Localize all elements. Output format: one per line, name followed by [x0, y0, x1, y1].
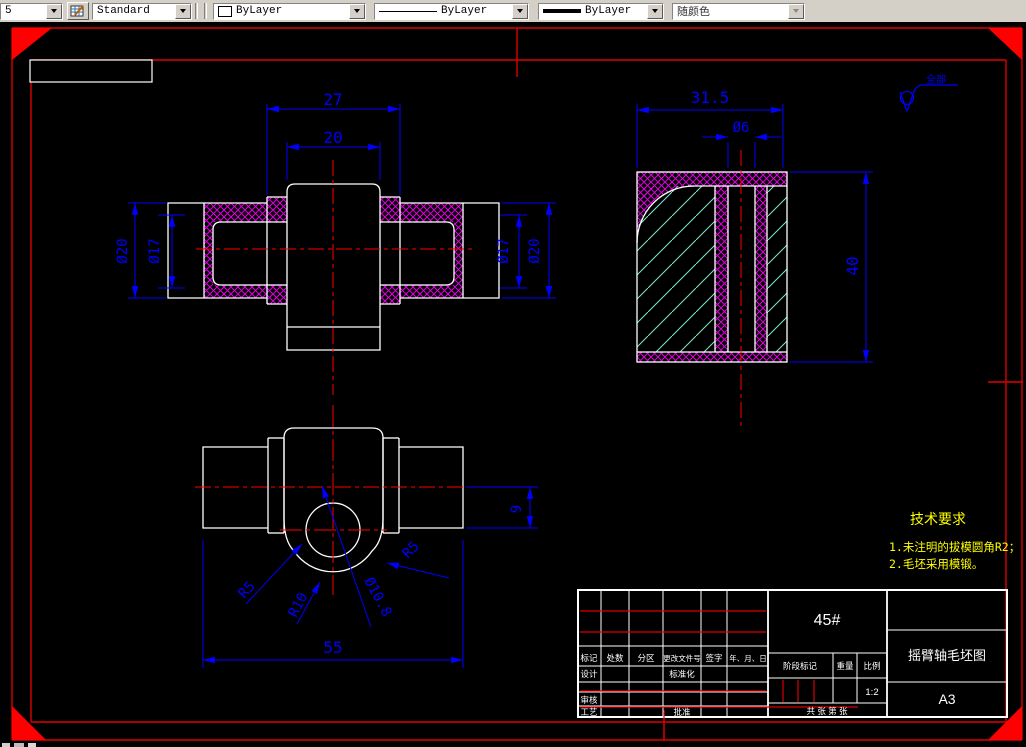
linetype-sample-icon — [379, 10, 437, 12]
dim-dia6: Ø6 — [733, 120, 750, 136]
drawing-canvas[interactable]: 27 20 Ø20 Ø17 Ø17 Ø20 31.5 Ø6 40 55 9 R5… — [0, 22, 1026, 747]
lineweight-value: ByLayer — [585, 5, 632, 17]
plotstyle-dropdown-button — [788, 3, 804, 19]
surface-roughness-note: 全部 — [899, 73, 958, 113]
dim-dia17-right: Ø17 — [496, 238, 512, 263]
dim-27: 27 — [323, 90, 342, 109]
color-value: ByLayer — [236, 5, 283, 17]
plotstyle-combo: 随颜色 — [672, 2, 805, 20]
hdr-zone: 分区 — [637, 653, 655, 663]
tech-req-line1: 1.未注明的拔模圆角R2； — [889, 540, 1020, 554]
title-block: 标记 处数 分区 更改文件号 签字 年、月、日 设计 标准化 审核 工艺 批准 … — [577, 589, 1008, 741]
front-view-centerlines — [196, 160, 472, 395]
hatch-left-collar — [204, 197, 287, 304]
text-style-manager-button[interactable] — [67, 2, 89, 20]
sheet-info: 共 张 第 张 — [806, 706, 848, 716]
drawing-svg: 27 20 Ø20 Ø17 Ø17 Ø20 31.5 Ø6 40 55 9 R5… — [11, 27, 1023, 741]
chevron-down-icon — [354, 9, 360, 13]
label-stage-mark: 阶段标记 — [783, 661, 818, 671]
label-scale: 比例 — [863, 661, 880, 671]
dim-40: 40 — [843, 256, 862, 275]
top-view-centerlines — [195, 405, 475, 595]
dim-dia17-left: Ø17 — [147, 238, 163, 263]
dim-31-5: 31.5 — [691, 88, 730, 107]
table-pencil-icon — [70, 5, 84, 17]
label-process: 工艺 — [580, 707, 597, 717]
text-style-dropdown-button[interactable] — [175, 3, 191, 19]
label-approve: 批准 — [673, 707, 691, 717]
dim-9: 9 — [509, 505, 525, 513]
lineweight-dropdown-button[interactable] — [647, 3, 663, 19]
dim-r5-left: R5 — [235, 579, 258, 602]
roughness-symbol-icon — [899, 84, 958, 113]
drawing-title: 摇臂轴毛坯图 — [908, 648, 986, 663]
chevron-down-icon — [793, 9, 799, 13]
material-label: 45# — [814, 612, 841, 629]
label-check: 审核 — [580, 695, 598, 705]
paper-frame — [11, 27, 1023, 741]
linetype-dropdown-button[interactable] — [512, 3, 528, 19]
color-combo[interactable]: ByLayer — [213, 2, 366, 20]
statusbar-artifact — [2, 743, 36, 747]
cad-application: 5 Standard ByLayer ByLayer ByLayer 随颜色 2… — [0, 0, 1026, 747]
roughness-scope-label: 全部 — [926, 73, 946, 86]
front-view: 27 20 Ø20 Ø17 Ø17 Ø20 — [115, 90, 556, 395]
dim-20: 20 — [323, 128, 342, 147]
dim-55: 55 — [323, 638, 342, 657]
dim-dia20-left: Ø20 — [115, 238, 131, 263]
paper-size: A3 — [938, 691, 955, 707]
hdr-count: 处数 — [606, 653, 624, 663]
text-style-value: Standard — [97, 5, 150, 17]
chevron-down-icon — [517, 9, 523, 13]
leader-r5-right — [386, 562, 450, 579]
lineweight-sample-icon — [543, 9, 581, 13]
linetype-value: ByLayer — [441, 5, 488, 17]
plotstyle-value: 随颜色 — [677, 6, 710, 18]
hdr-mark: 标记 — [580, 653, 598, 663]
scale-value: 1:2 — [865, 687, 878, 698]
hdr-file-no: 更改文件号 — [663, 653, 701, 663]
leader-r5-left — [245, 543, 303, 605]
plot-corner-triangles — [12, 28, 1022, 740]
chevron-down-icon — [51, 9, 57, 13]
selection-box — [29, 59, 153, 83]
partial-combo-dropdown-button[interactable] — [46, 3, 62, 19]
top-view: 55 9 R5 R10 Ø10.8 R5 — [195, 405, 538, 668]
properties-toolbar: 5 Standard ByLayer ByLayer ByLayer 随颜色 — [0, 0, 1026, 22]
corner-triangle-top-left — [12, 28, 52, 60]
dim-dia20-right: Ø20 — [527, 238, 543, 263]
corner-triangle-bottom-right — [988, 706, 1022, 740]
partial-combo[interactable]: 5 — [0, 2, 63, 20]
chevron-down-icon — [652, 9, 658, 13]
toolbar-separator — [204, 3, 207, 19]
side-view: 31.5 Ø6 40 — [636, 88, 873, 428]
chevron-down-icon — [180, 9, 186, 13]
color-dropdown-button[interactable] — [349, 3, 365, 19]
label-design: 设计 — [580, 669, 598, 679]
hdr-signature: 签字 — [705, 653, 722, 663]
hatch-right-collar — [380, 197, 463, 304]
tech-req-line2: 2.毛坯采用模锻。 — [889, 557, 983, 571]
tech-req-title: 技术要求 — [910, 512, 966, 528]
corner-triangle-top-right — [988, 28, 1022, 60]
label-weight: 重量 — [836, 661, 854, 671]
lineweight-combo[interactable]: ByLayer — [538, 2, 664, 20]
technical-requirements: 技术要求 1.未注明的拔模圆角R2； 2.毛坯采用模锻。 — [889, 512, 1020, 571]
corner-triangle-bottom-left — [12, 706, 46, 740]
text-style-combo[interactable]: Standard — [92, 2, 192, 20]
hdr-date: 年、月、日 — [729, 653, 767, 663]
partial-combo-value: 5 — [5, 5, 12, 17]
color-swatch-icon — [218, 5, 232, 17]
label-standardization: 标准化 — [669, 669, 695, 679]
dim-r5-right: R5 — [400, 539, 423, 562]
toolbar-separator — [195, 3, 198, 19]
linetype-combo[interactable]: ByLayer — [374, 2, 529, 20]
